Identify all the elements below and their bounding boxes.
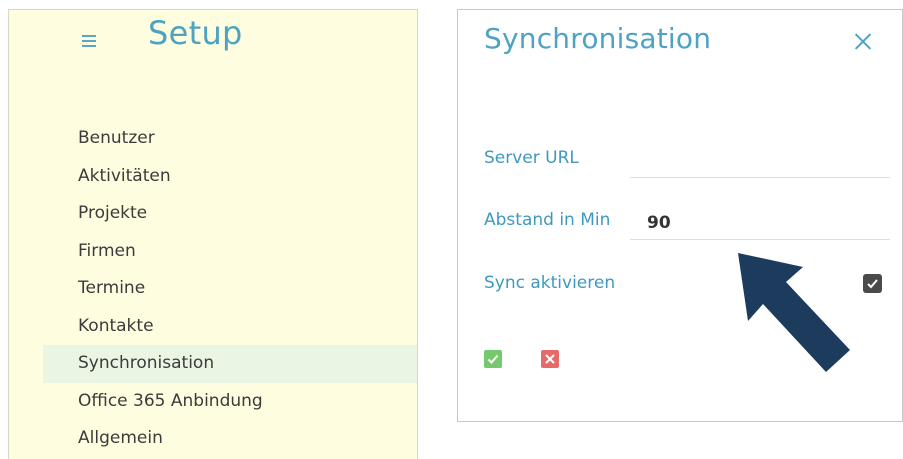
sync-checkbox[interactable] xyxy=(863,274,882,293)
setup-title: Setup xyxy=(148,14,243,52)
checkmark-icon xyxy=(867,279,878,289)
setup-panel: Setup Benutzer Aktivitäten Projekte Firm… xyxy=(8,9,418,459)
sync-label: Sync aktivieren xyxy=(484,273,616,293)
close-icon[interactable] xyxy=(853,31,873,51)
x-icon xyxy=(545,354,555,364)
menu-item-projekte[interactable]: Projekte xyxy=(9,195,417,233)
server-url-label: Server URL xyxy=(484,148,579,168)
hamburger-menu-icon[interactable] xyxy=(79,31,99,51)
menu-item-kontakte[interactable]: Kontakte xyxy=(9,308,417,346)
menu-item-synchronisation[interactable]: Synchronisation xyxy=(43,345,417,383)
menu-item-allgemein[interactable]: Allgemein xyxy=(9,420,417,458)
cancel-button[interactable] xyxy=(541,350,559,368)
menu-item-aktivitaeten[interactable]: Aktivitäten xyxy=(9,158,417,196)
server-url-input[interactable] xyxy=(630,144,890,178)
menu-item-benutzer[interactable]: Benutzer xyxy=(9,120,417,158)
pointer-arrow-icon xyxy=(738,253,850,372)
menu-item-firmen[interactable]: Firmen xyxy=(9,233,417,271)
interval-label: Abstand in Min xyxy=(484,210,611,230)
menu-item-termine[interactable]: Termine xyxy=(9,270,417,308)
menu-item-office-365[interactable]: Office 365 Anbindung xyxy=(9,383,417,421)
check-icon xyxy=(487,354,499,364)
setup-menu: Benutzer Aktivitäten Projekte Firmen Ter… xyxy=(9,120,417,458)
interval-input[interactable] xyxy=(630,206,890,240)
confirm-button[interactable] xyxy=(484,350,502,368)
dialog-title: Synchronisation xyxy=(484,22,712,55)
